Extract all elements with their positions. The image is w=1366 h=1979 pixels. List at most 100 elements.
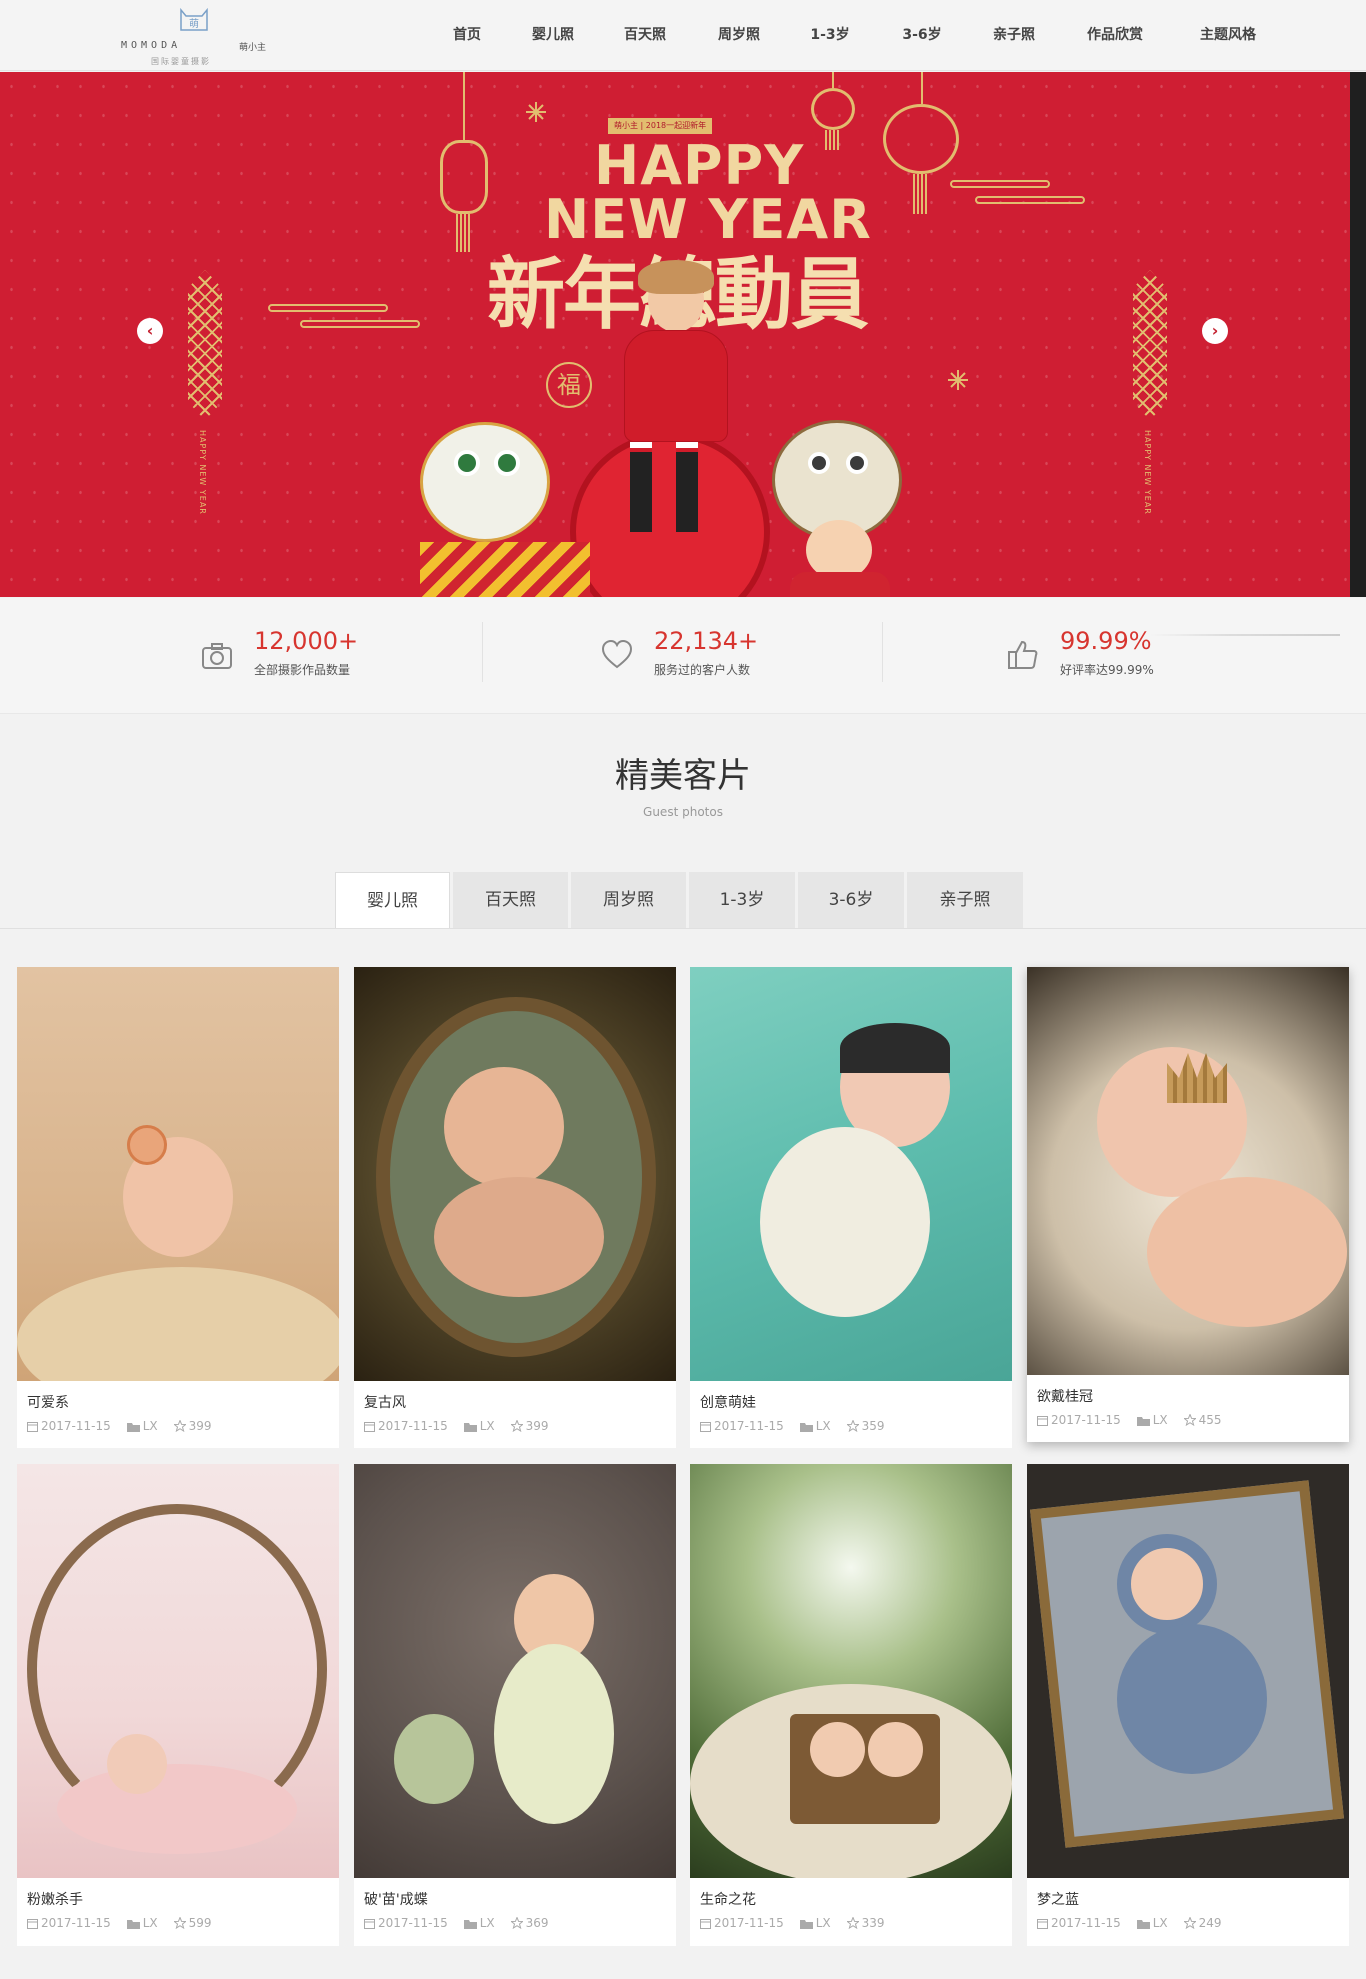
star-icon — [846, 1917, 859, 1929]
card-meta: 2017-11-15 LX 455 — [1037, 1413, 1238, 1427]
lion-eye — [454, 450, 480, 476]
lion-eye — [846, 452, 868, 474]
card-title: 欲戴桂冠 — [1037, 1389, 1093, 1405]
boy-body — [790, 572, 890, 597]
nav-family[interactable]: 亲子照 — [968, 0, 1060, 71]
card-photo — [17, 1464, 339, 1878]
tab-one-year[interactable]: 周岁照 — [571, 872, 686, 928]
tassel — [913, 174, 929, 214]
card-views: 455 — [1198, 1413, 1222, 1427]
card-title: 生命之花 — [700, 1892, 756, 1908]
nav-hundred-days[interactable]: 百天照 — [596, 0, 694, 71]
card-title: 粉嫩杀手 — [27, 1892, 83, 1908]
card-photo — [1027, 1464, 1349, 1878]
chinese-knot-right — [1133, 270, 1167, 420]
card-photo — [354, 1464, 676, 1878]
star-icon — [510, 1420, 523, 1432]
nav-works[interactable]: 作品欣赏 — [1060, 0, 1170, 71]
card-author: LX — [479, 1419, 495, 1433]
tassel — [825, 130, 841, 150]
side-text-left: HAPPY NEW YEAR — [198, 430, 207, 515]
baby-face — [810, 1722, 865, 1777]
card-title: 破'苗'成蝶 — [364, 1892, 428, 1908]
tab-1-3-years[interactable]: 1-3岁 — [689, 872, 795, 928]
photo-card[interactable]: 可爱系 2017-11-15 LX 399 — [17, 967, 339, 1448]
card-date: 2017-11-15 — [1051, 1413, 1121, 1427]
logo[interactable]: 萌 MOMODA 萌小主 国际婴童摄影 — [121, 4, 266, 68]
folder-icon — [126, 1422, 140, 1432]
tab-baby[interactable]: 婴儿照 — [335, 872, 450, 929]
card-date: 2017-11-15 — [378, 1916, 448, 1930]
nav-baby[interactable]: 婴儿照 — [510, 0, 596, 71]
card-meta: 2017-11-15 LX 369 — [364, 1916, 565, 1930]
lion-eye — [494, 450, 520, 476]
lantern-string — [463, 72, 465, 142]
calendar-icon — [1037, 1918, 1048, 1929]
main-nav: 首页 婴儿照 百天照 周岁照 1-3岁 3-6岁 亲子照 作品欣赏 主题风格 — [424, 0, 1286, 71]
folder-icon — [463, 1919, 477, 1929]
card-meta: 2017-11-15 LX 399 — [364, 1419, 565, 1433]
card-views: 599 — [188, 1916, 212, 1930]
decorative-streak — [1150, 634, 1340, 636]
camera-icon — [202, 643, 232, 669]
snowflake-icon — [948, 370, 968, 390]
photo-card[interactable]: 生命之花 2017-11-15 LX 339 — [690, 1464, 1012, 1946]
baby-face — [868, 1722, 923, 1777]
folder-icon — [1136, 1416, 1150, 1426]
lion-body-left — [420, 542, 590, 597]
card-date: 2017-11-15 — [714, 1419, 784, 1433]
photo-card[interactable]: 梦之蓝 2017-11-15 LX 249 — [1027, 1464, 1349, 1946]
flower-bunch — [394, 1714, 474, 1804]
tab-3-6-years[interactable]: 3-6岁 — [798, 872, 904, 928]
girl-hair — [638, 260, 714, 294]
calendar-icon — [364, 1918, 375, 1929]
tab-family[interactable]: 亲子照 — [907, 872, 1023, 928]
nav-1-3-years[interactable]: 1-3岁 — [784, 0, 876, 71]
nav-3-6-years[interactable]: 3-6岁 — [876, 0, 968, 71]
banner-prev-button[interactable]: ‹ — [137, 318, 163, 344]
card-meta: 2017-11-15 LX 399 — [27, 1419, 228, 1433]
star-icon — [846, 1420, 859, 1432]
star-icon — [173, 1917, 186, 1929]
photo-card[interactable]: 欲戴桂冠 2017-11-15 LX 455 — [1027, 967, 1349, 1442]
hero-banner[interactable]: HAPPY NEW YEAR HAPPY NEW YEAR 萌小主 | 2018… — [0, 72, 1350, 597]
photo-card[interactable]: 创意萌娃 2017-11-15 LX 359 — [690, 967, 1012, 1448]
cloud-swirl — [975, 196, 1085, 204]
nav-themes[interactable]: 主题风格 — [1170, 0, 1286, 71]
card-views: 339 — [861, 1916, 885, 1930]
star-icon — [1183, 1917, 1196, 1929]
card-meta: 2017-11-15 LX 359 — [700, 1419, 901, 1433]
nav-home[interactable]: 首页 — [424, 0, 510, 71]
card-photo — [1027, 967, 1349, 1375]
site-header: 萌 MOMODA 萌小主 国际婴童摄影 首页 婴儿照 百天照 周岁照 1-3岁 … — [0, 0, 1366, 71]
photo-card[interactable]: 粉嫩杀手 2017-11-15 LX 599 — [17, 1464, 339, 1946]
card-date: 2017-11-15 — [41, 1916, 111, 1930]
photo-card[interactable]: 破'苗'成蝶 2017-11-15 LX 369 — [354, 1464, 676, 1946]
card-author: LX — [815, 1419, 831, 1433]
star-icon — [510, 1917, 523, 1929]
banner-tag: 萌小主 | 2018一起迎新年 — [608, 118, 713, 134]
card-date: 2017-11-15 — [41, 1419, 111, 1433]
photo-card[interactable]: 复古风 2017-11-15 LX 399 — [354, 967, 676, 1448]
baby-hair — [840, 1023, 950, 1073]
star-icon — [173, 1420, 186, 1432]
lion-eye — [808, 452, 830, 474]
girl-leg — [676, 442, 698, 532]
tab-hundred-days[interactable]: 百天照 — [453, 872, 568, 928]
lantern-right — [883, 104, 959, 174]
card-photo — [690, 1464, 1012, 1878]
banner-edge — [1350, 72, 1366, 597]
card-author: LX — [815, 1916, 831, 1930]
calendar-icon — [364, 1421, 375, 1432]
calendar-icon — [700, 1918, 711, 1929]
card-author: LX — [479, 1916, 495, 1930]
banner-next-button[interactable]: › — [1202, 318, 1228, 344]
nav-one-year[interactable]: 周岁照 — [694, 0, 784, 71]
baby-face — [1117, 1534, 1217, 1634]
baby-body — [1147, 1177, 1347, 1327]
folder-icon — [799, 1422, 813, 1432]
card-date: 2017-11-15 — [378, 1419, 448, 1433]
card-author: LX — [142, 1419, 158, 1433]
stats-bar: 12,000+ 全部摄影作品数量 22,134+ 服务过的客户人数 99.99%… — [0, 598, 1366, 714]
flower-headband — [127, 1125, 167, 1165]
